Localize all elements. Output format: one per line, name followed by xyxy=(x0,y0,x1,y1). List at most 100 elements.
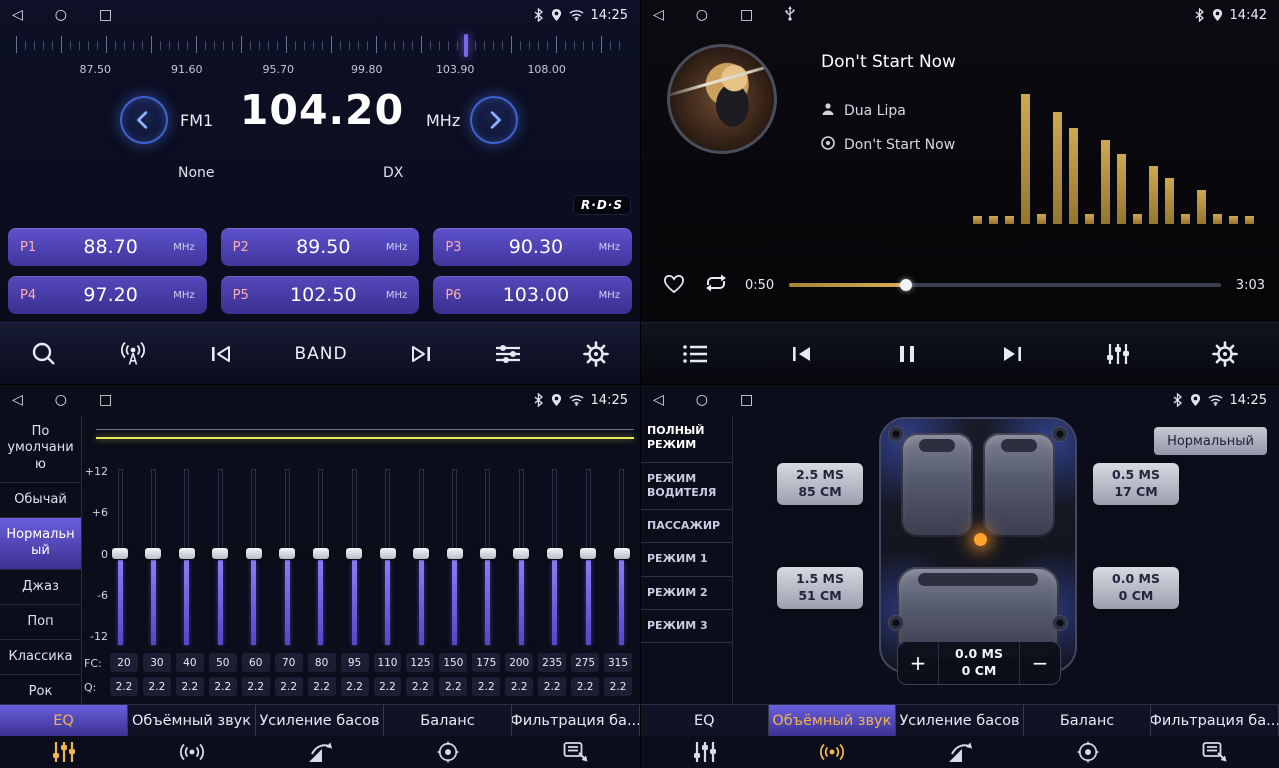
sf-audio-tab-2[interactable]: Усиление басов xyxy=(896,705,1024,736)
preset-p4[interactable]: P497.20MHz xyxy=(8,276,207,314)
gain-label: +12 xyxy=(85,465,108,478)
eq-band-slider-11[interactable] xyxy=(447,469,463,645)
back-button[interactable]: ◁ xyxy=(12,8,23,22)
eq-band-slider-2[interactable] xyxy=(145,469,161,645)
tab-eq-icon[interactable] xyxy=(0,736,128,768)
back-button[interactable]: ◁ xyxy=(653,8,664,22)
tab-eq-icon[interactable] xyxy=(641,736,769,768)
tab-balance-icon[interactable] xyxy=(384,736,512,768)
back-button[interactable]: ◁ xyxy=(12,393,23,407)
recents-button[interactable]: □ xyxy=(99,393,112,407)
preset-p5[interactable]: P5102.50MHz xyxy=(221,276,420,314)
favorite-heart-icon[interactable] xyxy=(661,271,687,299)
fc-value: 150 xyxy=(439,653,467,672)
eq-preset-item[interactable]: Классика xyxy=(0,640,81,675)
preset-p6[interactable]: P6103.00MHz xyxy=(433,276,632,314)
eq-band-slider-14[interactable] xyxy=(547,469,563,645)
tab-surround-icon[interactable] xyxy=(128,736,256,768)
frequency-scale-labels: 87.5091.6095.7099.80103.90108.00 xyxy=(16,63,626,77)
sf-audio-tab-1[interactable]: Объёмный звук xyxy=(769,705,897,736)
repeat-icon[interactable] xyxy=(702,271,730,299)
frequency-ruler[interactable] xyxy=(16,34,626,58)
delay-front-left[interactable]: 2.5 MS 85 CM xyxy=(777,463,863,505)
delay-rear-right[interactable]: 0.0 MS 0 CM xyxy=(1093,567,1179,609)
eq-band-slider-6[interactable] xyxy=(279,469,295,645)
eq-band-slider-12[interactable] xyxy=(480,469,496,645)
eq-band-slider-1[interactable] xyxy=(112,469,128,645)
eq-band-slider-10[interactable] xyxy=(413,469,429,645)
sf-mode-item[interactable]: ПАССАЖИР xyxy=(641,510,732,543)
sf-audio-tab-3[interactable]: Баланс xyxy=(1024,705,1152,736)
eq-band-slider-3[interactable] xyxy=(179,469,195,645)
delay-rear-left[interactable]: 1.5 MS 51 CM xyxy=(777,567,863,609)
home-button[interactable]: ○ xyxy=(696,8,708,22)
frequency-pointer[interactable] xyxy=(464,34,468,57)
settings-gear-icon[interactable] xyxy=(582,340,610,368)
sf-audio-tab-0[interactable]: EQ xyxy=(641,705,769,736)
next-station-icon[interactable] xyxy=(408,342,434,366)
listening-position-dot[interactable] xyxy=(974,533,987,546)
mixer-icon[interactable] xyxy=(1106,342,1130,366)
tab-surround-icon[interactable] xyxy=(769,736,897,768)
eq-preset-item[interactable]: По умолчанию xyxy=(0,415,81,483)
tab-bass-icon[interactable] xyxy=(256,736,384,768)
sf-mode-item[interactable]: РЕЖИМ 1 xyxy=(641,543,732,576)
tab-filter-icon[interactable] xyxy=(1151,736,1279,768)
back-button[interactable]: ◁ xyxy=(653,393,664,407)
delay-increase-button[interactable]: + xyxy=(898,642,938,684)
home-button[interactable]: ○ xyxy=(55,393,67,407)
eq-preset-item[interactable]: Поп xyxy=(0,605,81,640)
eq-preset-item[interactable]: Обычай xyxy=(0,483,81,518)
eq-band-slider-15[interactable] xyxy=(580,469,596,645)
sf-audio-tab-4[interactable]: Фильтрация ба... xyxy=(1151,705,1279,736)
eq-audio-tab-0[interactable]: EQ xyxy=(0,705,128,736)
delay-front-right[interactable]: 0.5 MS 17 CM xyxy=(1093,463,1179,505)
recents-button[interactable]: □ xyxy=(99,8,112,22)
eq-audio-tab-2[interactable]: Усиление басов xyxy=(256,705,384,736)
recents-button[interactable]: □ xyxy=(740,8,753,22)
eq-preset-item[interactable]: Джаз xyxy=(0,570,81,605)
sound-preset-button[interactable]: Нормальный xyxy=(1154,427,1267,455)
sf-mode-item[interactable]: РЕЖИМ ВОДИТЕЛЯ xyxy=(641,463,732,511)
album-art[interactable] xyxy=(667,44,777,154)
recents-button[interactable]: □ xyxy=(740,393,753,407)
settings-gear-icon[interactable] xyxy=(1211,340,1239,368)
eq-band-slider-13[interactable] xyxy=(513,469,529,645)
eq-band-slider-9[interactable] xyxy=(380,469,396,645)
delay-decrease-button[interactable]: − xyxy=(1020,642,1060,684)
eq-band-slider-5[interactable] xyxy=(246,469,262,645)
progress-knob[interactable] xyxy=(900,279,912,291)
next-track-icon[interactable] xyxy=(999,342,1025,366)
band-button[interactable]: BAND xyxy=(294,344,347,364)
home-button[interactable]: ○ xyxy=(696,393,708,407)
tab-bass-icon[interactable] xyxy=(896,736,1024,768)
tab-balance-icon[interactable] xyxy=(1024,736,1152,768)
eq-band-slider-8[interactable] xyxy=(346,469,362,645)
preset-p1[interactable]: P188.70MHz xyxy=(8,228,207,266)
scan-search-icon[interactable] xyxy=(30,340,58,368)
sf-mode-item[interactable]: РЕЖИМ 2 xyxy=(641,577,732,610)
playlist-icon[interactable] xyxy=(682,343,708,365)
broadcast-antenna-icon[interactable] xyxy=(118,340,148,367)
eq-preset-item[interactable]: Нормальный xyxy=(0,518,81,570)
eq-band-slider-7[interactable] xyxy=(313,469,329,645)
sf-mode-item[interactable]: РЕЖИМ 3 xyxy=(641,610,732,643)
tune-down-button[interactable] xyxy=(120,96,168,144)
preset-p2[interactable]: P289.50MHz xyxy=(221,228,420,266)
sf-mode-item[interactable]: ПОЛНЫЙ РЕЖИМ xyxy=(641,415,732,463)
eq-audio-tab-3[interactable]: Баланс xyxy=(384,705,512,736)
progress-slider[interactable] xyxy=(789,283,1221,287)
visualizer-bar xyxy=(1085,214,1094,224)
previous-track-icon[interactable] xyxy=(789,342,815,366)
pause-icon[interactable] xyxy=(896,342,918,366)
home-button[interactable]: ○ xyxy=(55,8,67,22)
tab-filter-icon[interactable] xyxy=(512,736,640,768)
preset-p3[interactable]: P390.30MHz xyxy=(433,228,632,266)
eq-band-slider-4[interactable] xyxy=(212,469,228,645)
tune-up-button[interactable] xyxy=(470,96,518,144)
eq-band-slider-16[interactable] xyxy=(614,469,630,645)
eq-audio-tab-1[interactable]: Объёмный звук xyxy=(128,705,256,736)
equalizer-icon[interactable] xyxy=(494,342,522,366)
eq-audio-tab-4[interactable]: Фильтрация ба... xyxy=(512,705,640,736)
previous-station-icon[interactable] xyxy=(208,342,234,366)
